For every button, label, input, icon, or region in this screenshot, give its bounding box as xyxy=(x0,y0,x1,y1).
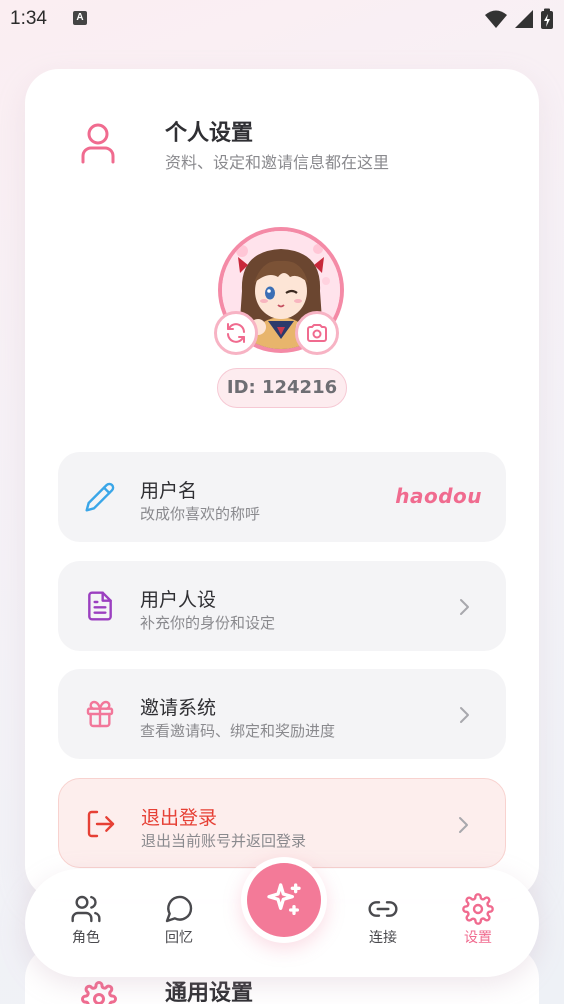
nav-label-connect: 连接 xyxy=(369,930,397,946)
document-icon xyxy=(84,590,116,626)
general-settings-title: 通用设置 xyxy=(165,981,254,1004)
refresh-icon xyxy=(227,323,245,343)
username-subtitle: 改成你喜欢的称呼 xyxy=(140,505,261,523)
user-persona-title: 用户人设 xyxy=(140,589,217,611)
nav-label-characters: 角色 xyxy=(72,930,100,946)
users-icon xyxy=(71,895,101,923)
chevron-right-icon xyxy=(458,597,472,621)
nav-label-memories: 回忆 xyxy=(165,930,193,946)
link-icon xyxy=(368,901,398,917)
gear-icon xyxy=(462,893,494,925)
status-bar: 1:34 A xyxy=(0,0,564,38)
username-title: 用户名 xyxy=(140,480,198,502)
notification-badge: A xyxy=(73,11,87,25)
page-title: 个人设置 xyxy=(165,121,254,146)
camera-icon xyxy=(307,324,327,342)
nav-item-memories[interactable]: 回忆 xyxy=(144,893,214,947)
center-action-button[interactable] xyxy=(241,857,327,943)
invite-system-title: 邀请系统 xyxy=(140,697,217,719)
chevron-right-icon xyxy=(458,705,472,729)
signal-icon xyxy=(515,10,533,28)
nav-item-characters[interactable]: 角色 xyxy=(51,893,121,947)
logout-row[interactable]: 退出登录 退出当前账号并返回登录 xyxy=(58,778,506,868)
status-time: 1:34 xyxy=(10,8,47,29)
user-persona-subtitle: 补充你的身份和设定 xyxy=(140,614,276,632)
nav-label-settings: 设置 xyxy=(464,930,492,946)
invite-system-row[interactable]: 邀请系统 查看邀请码、绑定和奖励进度 xyxy=(58,669,506,759)
status-icons xyxy=(484,8,554,30)
nav-item-settings[interactable]: 设置 xyxy=(443,893,513,947)
battery-icon xyxy=(541,8,553,29)
logout-subtitle: 退出当前账号并返回登录 xyxy=(141,832,307,850)
nav-item-connect[interactable]: 连接 xyxy=(348,893,418,947)
user-icon xyxy=(80,122,116,168)
invite-system-subtitle: 查看邀请码、绑定和奖励进度 xyxy=(140,722,336,740)
logout-title: 退出登录 xyxy=(141,807,218,829)
username-value: haodou xyxy=(395,484,482,508)
logout-icon xyxy=(85,808,117,844)
wifi-icon xyxy=(485,10,507,28)
avatar-container xyxy=(214,227,344,355)
gift-icon xyxy=(84,698,116,734)
pencil-icon xyxy=(84,481,116,517)
page-subtitle: 资料、设定和邀请信息都在这里 xyxy=(165,153,390,172)
chevron-right-icon xyxy=(457,815,471,839)
bottom-nav: 角色 回忆 连接 设置 xyxy=(25,857,539,977)
user-persona-row[interactable]: 用户人设 补充你的身份和设定 xyxy=(58,561,506,651)
sparkle-icon xyxy=(267,883,301,915)
gear-icon xyxy=(81,981,117,1004)
chat-bubble-icon xyxy=(165,895,193,923)
username-row[interactable]: 用户名 改成你喜欢的称呼 haodou xyxy=(58,452,506,542)
avatar-camera-button[interactable] xyxy=(295,311,339,355)
personal-settings-card: 个人设置 资料、设定和邀请信息都在这里 ID: 124216 用户名 改成你喜欢… xyxy=(25,69,539,899)
user-id-badge: ID: 124216 xyxy=(217,368,347,408)
avatar-refresh-button[interactable] xyxy=(214,311,258,355)
